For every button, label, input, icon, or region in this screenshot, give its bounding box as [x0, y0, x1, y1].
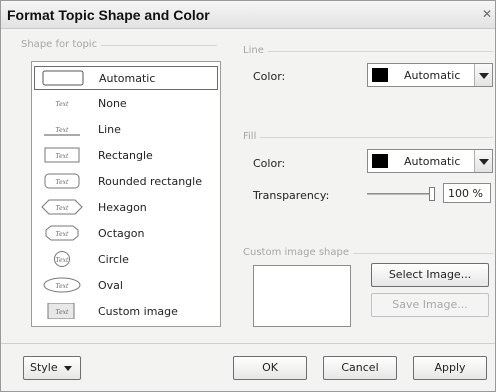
- svg-text:Text: Text: [56, 179, 69, 186]
- fill-color-picker[interactable]: Automatic: [367, 149, 493, 173]
- custom-image-group-label: Custom image shape: [243, 247, 353, 258]
- rounded-rectangle-shape-icon: Text: [44, 173, 80, 189]
- shape-option-octagon[interactable]: Text Octagon: [34, 222, 218, 246]
- transparency-label: Transparency:: [253, 189, 330, 202]
- fill-group-divider: [243, 137, 493, 138]
- line-shape-icon: Text: [44, 127, 80, 136]
- shape-option-automatic[interactable]: Automatic: [34, 66, 218, 90]
- svg-text:Text: Text: [56, 309, 69, 316]
- shape-option-custom-image[interactable]: Text Custom image: [34, 300, 218, 324]
- shape-option-circle[interactable]: Text Circle: [34, 248, 218, 272]
- line-color-label: Color:: [253, 70, 286, 83]
- dialog-title: Format Topic Shape and Color: [7, 7, 210, 23]
- shape-option-hexagon[interactable]: Text Hexagon: [34, 196, 218, 220]
- style-button[interactable]: Style: [23, 356, 81, 380]
- transparency-slider-track[interactable]: [367, 193, 435, 195]
- shape-option-rounded-rectangle[interactable]: Text Rounded rectangle: [34, 170, 218, 194]
- svg-text:Text: Text: [56, 205, 69, 212]
- svg-text:Text: Text: [56, 101, 69, 108]
- svg-text:Text: Text: [56, 231, 69, 238]
- transparency-input[interactable]: 100 %: [443, 183, 491, 203]
- custom-image-shape-icon: Text: [47, 303, 75, 319]
- line-group-label: Line: [243, 45, 268, 56]
- shape-option-label: Hexagon: [98, 201, 147, 214]
- svg-text:Text: Text: [56, 153, 69, 160]
- automatic-shape-icon: [42, 70, 84, 86]
- shape-option-label: Custom image: [98, 305, 178, 318]
- fill-color-label: Color:: [253, 157, 286, 170]
- fill-color-value: Automatic: [404, 155, 461, 168]
- circle-shape-icon: Text: [54, 251, 70, 267]
- shape-option-label: Oval: [98, 279, 123, 292]
- apply-button[interactable]: Apply: [413, 356, 487, 380]
- svg-text:Text: Text: [56, 283, 69, 290]
- ok-button[interactable]: OK: [233, 356, 307, 380]
- custom-image-preview: [253, 265, 351, 327]
- octagon-shape-icon: Text: [45, 225, 79, 241]
- shape-option-label: Circle: [98, 253, 129, 266]
- line-color-value: Automatic: [404, 69, 461, 82]
- shape-group-label: Shape for topic: [21, 39, 102, 50]
- shape-option-label: Octagon: [98, 227, 145, 240]
- save-image-button: Save Image...: [371, 293, 489, 317]
- select-image-button[interactable]: Select Image...: [371, 263, 489, 287]
- close-icon[interactable]: ✕: [481, 8, 493, 20]
- shape-option-label: Rectangle: [98, 149, 153, 162]
- shape-option-label: Automatic: [99, 72, 156, 85]
- shape-option-line[interactable]: Text Line: [34, 118, 218, 142]
- chevron-down-icon[interactable]: [474, 64, 492, 86]
- hexagon-shape-icon: Text: [41, 199, 83, 215]
- fill-group-label: Fill: [243, 131, 261, 142]
- chevron-down-icon[interactable]: [474, 150, 492, 172]
- line-color-swatch: [372, 68, 388, 82]
- transparency-slider-thumb[interactable]: [429, 187, 435, 201]
- shape-option-oval[interactable]: Text Oval: [34, 274, 218, 298]
- shape-option-label: Line: [98, 123, 121, 136]
- footer-divider: [1, 343, 495, 344]
- shape-option-label: None: [98, 97, 127, 110]
- oval-shape-icon: Text: [43, 277, 81, 293]
- svg-text:Text: Text: [56, 127, 69, 134]
- format-topic-dialog: Format Topic Shape and Color ✕ Shape for…: [0, 0, 496, 392]
- rectangle-shape-icon: Text: [44, 147, 80, 163]
- shape-option-none[interactable]: Text None: [34, 92, 218, 116]
- title-bar: Format Topic Shape and Color ✕: [1, 1, 495, 29]
- shape-list[interactable]: Automatic Text None Text Line Text Rectangle Te…: [31, 61, 221, 327]
- fill-color-swatch: [372, 154, 388, 168]
- line-group-divider: [243, 51, 493, 52]
- cancel-button[interactable]: Cancel: [323, 356, 397, 380]
- none-shape-icon: Text: [56, 101, 69, 108]
- line-color-picker[interactable]: Automatic: [367, 63, 493, 87]
- svg-text:Text: Text: [56, 257, 69, 264]
- shape-option-label: Rounded rectangle: [98, 175, 202, 188]
- shape-option-rectangle[interactable]: Text Rectangle: [34, 144, 218, 168]
